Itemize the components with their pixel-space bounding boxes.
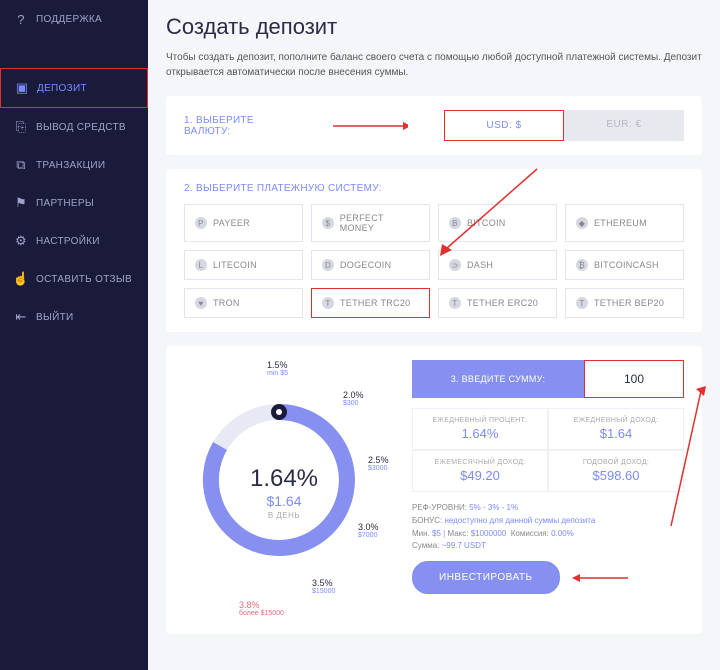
tick-30: 3.0%$7000 — [358, 522, 379, 539]
payment-grid: P PAYEER $ PERFECT MONEY B BITCOIN ◆ ETHEREUM LL… — [184, 204, 684, 318]
sidebar-item-label: ПОДДЕРЖКА — [36, 14, 102, 25]
sidebar-item-review[interactable]: ☝ ОСТАВИТЬ ОТЗЫВ — [0, 260, 148, 298]
support-icon: ? — [14, 12, 28, 26]
payment-icon: ⊃ — [449, 259, 461, 271]
sidebar: ? ПОДДЕРЖКА ▣ ДЕПОЗИТ ⎘ ВЫВОД СРЕДСТВ ⧉ ТРАН… — [0, 0, 148, 670]
stat-daily-pct: ЕЖЕДНЕВНЫЙ ПРОЦЕНТ:1.64% — [412, 408, 548, 450]
payment-option-bitcoin[interactable]: B BITCOIN — [438, 204, 557, 242]
payment-label: DOGECOIN — [340, 260, 391, 270]
payment-icon: B — [449, 217, 461, 229]
payment-option-dogecoin[interactable]: D DOGECOIN — [311, 250, 430, 280]
dial-perday: В ДЕНЬ — [184, 511, 384, 520]
step3-label: 3. ВВЕДИТЕ СУММУ: — [412, 360, 584, 398]
sidebar-item-label: НАСТРОЙКИ — [36, 236, 100, 247]
main-content: Создать депозит Чтобы создать депозит, п… — [148, 0, 720, 670]
step2-label: 2. ВЫБЕРИТЕ ПЛАТЕЖНУЮ СИСТЕМУ: — [184, 183, 684, 194]
annotation-arrow-1 — [333, 119, 408, 133]
payment-option-payeer[interactable]: P PAYEER — [184, 204, 303, 242]
tick-15: 1.5%min $5 — [267, 360, 288, 377]
tick-35: 3.5%$15000 — [312, 578, 335, 595]
payment-icon: ◆ — [576, 217, 588, 229]
payment-label: TETHER ERC20 — [467, 298, 538, 308]
sidebar-item-settings[interactable]: ⚙ НАСТРОЙКИ — [0, 222, 148, 260]
tick-20: 2.0%$300 — [343, 390, 364, 407]
dial-percent: 1.64% — [184, 465, 384, 493]
payment-label: ETHEREUM — [594, 218, 647, 228]
amount-row: 3. ВВЕДИТЕ СУММУ: 100 — [412, 360, 684, 398]
page-intro: Чтобы создать депозит, пополните баланс … — [166, 50, 702, 80]
step1-label: 1. ВЫБЕРИТЕ ВАЛЮТУ: — [184, 115, 297, 137]
payment-icon: T — [449, 297, 461, 309]
payment-option-perfect-money[interactable]: $ PERFECT MONEY — [311, 204, 430, 242]
dial-amount: $1.64 — [184, 493, 384, 509]
tick-38: 3.8%более $15000 — [239, 600, 284, 617]
stat-yearly-income: ГОДОВОЙ ДОХОД:$598.60 — [548, 450, 684, 492]
step2-card: 2. ВЫБЕРИТЕ ПЛАТЕЖНУЮ СИСТЕМУ: PPAYEER$P… — [166, 169, 702, 332]
payment-label: PAYEER — [213, 218, 250, 228]
info-column: 3. ВВЕДИТЕ СУММУ: 100 ЕЖЕДНЕВНЫЙ ПРОЦЕНТ… — [412, 360, 684, 620]
payment-icon: T — [576, 297, 588, 309]
sidebar-item-label: ТРАНЗАКЦИИ — [36, 160, 105, 171]
sidebar-item-label: ОСТАВИТЬ ОТЗЫВ — [36, 274, 132, 285]
transactions-icon: ⧉ — [14, 158, 28, 172]
settings-icon: ⚙ — [14, 234, 28, 248]
logout-icon: ⇤ — [14, 310, 28, 324]
payment-label: LITECOIN — [213, 260, 257, 270]
payment-label: BITCOINCASH — [594, 260, 659, 270]
invest-button[interactable]: ИНВЕСТИРОВАТЬ — [412, 561, 560, 594]
payment-option-ethereum[interactable]: ◆ ETHEREUM — [565, 204, 684, 242]
payment-icon: P — [195, 217, 207, 229]
partners-icon: ⚑ — [14, 196, 28, 210]
dial-center: 1.64% $1.64 В ДЕНЬ — [184, 465, 384, 520]
payment-label: PERFECT MONEY — [340, 213, 419, 233]
page-title: Создать депозит — [166, 0, 702, 50]
sidebar-item-withdraw[interactable]: ⎘ ВЫВОД СРЕДСТВ — [0, 108, 148, 146]
sidebar-item-support[interactable]: ? ПОДДЕРЖКА — [0, 0, 148, 38]
stat-daily-income: ЕЖЕДНЕВНЫЙ ДОХОД:$1.64 — [548, 408, 684, 450]
payment-label: BITCOIN — [467, 218, 506, 228]
payment-option-litecoin[interactable]: L LITECOIN — [184, 250, 303, 280]
tick-25: 2.5%$3000 — [368, 455, 389, 472]
payment-label: TRON — [213, 298, 240, 308]
currency-usd-button[interactable]: USD: $ — [444, 110, 564, 141]
payment-option-tron[interactable]: ♥ TRON — [184, 288, 303, 318]
stat-monthly-income: ЕЖЕМЕСЯЧНЫЙ ДОХОД:$49.20 — [412, 450, 548, 492]
payment-label: TETHER BEP20 — [594, 298, 664, 308]
stats-grid: ЕЖЕДНЕВНЫЙ ПРОЦЕНТ:1.64% ЕЖЕДНЕВНЫЙ ДОХО… — [412, 408, 684, 492]
amount-input[interactable]: 100 — [584, 360, 684, 398]
payment-option-tether-trc20[interactable]: T TETHER TRC20 — [311, 288, 430, 318]
sidebar-item-partners[interactable]: ⚑ ПАРТНЕРЫ — [0, 184, 148, 222]
meta-info: РЕФ-УРОВНИ: 5% - 3% - 1% БОНУС: недоступ… — [412, 502, 684, 553]
sidebar-item-label: ПАРТНЕРЫ — [36, 198, 94, 209]
dial: 1.64% $1.64 В ДЕНЬ 1.5%min $5 2.0%$300 2… — [184, 360, 394, 620]
payment-label: DASH — [467, 260, 493, 270]
step3-card: 1.64% $1.64 В ДЕНЬ 1.5%min $5 2.0%$300 2… — [166, 346, 702, 634]
deposit-icon: ▣ — [15, 81, 29, 95]
currency-row: USD: $ EUR: € — [444, 110, 684, 141]
payment-option-bitcoincash[interactable]: ₿ BITCOINCASH — [565, 250, 684, 280]
payment-label: TETHER TRC20 — [340, 298, 410, 308]
withdraw-icon: ⎘ — [14, 120, 28, 134]
annotation-arrow-4 — [570, 571, 630, 585]
sidebar-item-logout[interactable]: ⇤ ВЫЙТИ — [0, 298, 148, 336]
payment-option-dash[interactable]: ⊃ DASH — [438, 250, 557, 280]
sidebar-item-label: ВЫЙТИ — [36, 312, 74, 323]
step1-card: 1. ВЫБЕРИТЕ ВАЛЮТУ: USD: $ EUR: € — [166, 96, 702, 155]
sidebar-item-label: ВЫВОД СРЕДСТВ — [36, 122, 126, 133]
payment-icon: ₿ — [576, 259, 588, 271]
review-icon: ☝ — [14, 272, 28, 286]
currency-eur-button[interactable]: EUR: € — [564, 110, 684, 141]
sidebar-item-transactions[interactable]: ⧉ ТРАНЗАКЦИИ — [0, 146, 148, 184]
payment-icon: ♥ — [195, 297, 207, 309]
payment-option-tether-bep20[interactable]: T TETHER BEP20 — [565, 288, 684, 318]
payment-icon: T — [322, 297, 334, 309]
sidebar-item-label: ДЕПОЗИТ — [37, 83, 87, 94]
payment-icon: D — [322, 259, 334, 271]
payment-option-tether-erc20[interactable]: T TETHER ERC20 — [438, 288, 557, 318]
sidebar-item-deposit[interactable]: ▣ ДЕПОЗИТ — [0, 68, 148, 108]
payment-icon: L — [195, 259, 207, 271]
payment-icon: $ — [322, 217, 334, 229]
